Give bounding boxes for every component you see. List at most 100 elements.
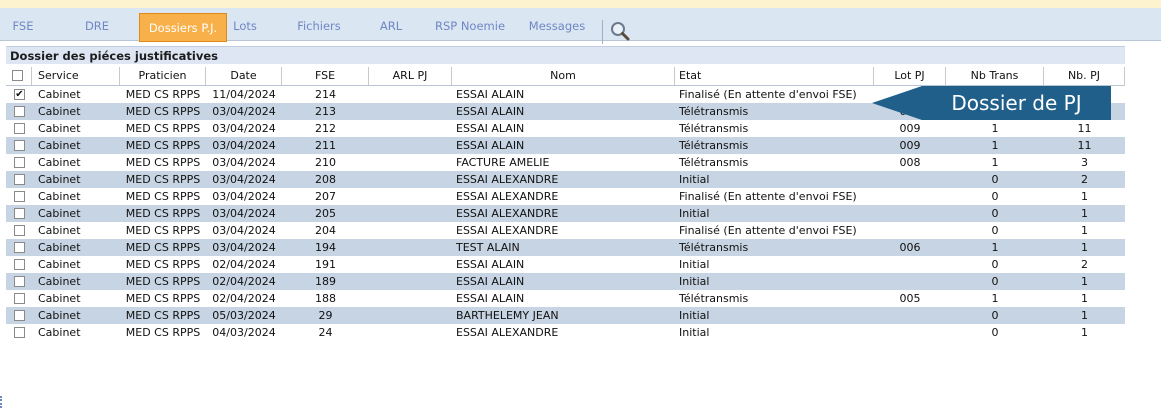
- tab-arl[interactable]: ARL: [375, 10, 407, 42]
- cell-praticien: MED CS RPPS: [125, 224, 201, 237]
- cell-arl-pj: [369, 154, 452, 171]
- cell-service: Cabinet: [38, 292, 81, 305]
- header-etat[interactable]: Etat: [675, 67, 874, 85]
- table-row[interactable]: Cabinet MED CS RPPS 03/04/2024 211 ESSAI ALA…: [6, 137, 1125, 154]
- cell-arl-pj: [369, 171, 452, 188]
- row-checkbox[interactable]: [14, 225, 25, 236]
- cell-lot-pj: [874, 273, 946, 290]
- cell-etat: Initial: [679, 173, 710, 186]
- cell-arl-pj: [369, 188, 452, 205]
- cell-praticien: MED CS RPPS: [125, 292, 201, 305]
- row-checkbox[interactable]: [14, 259, 25, 270]
- row-checkbox[interactable]: [14, 242, 25, 253]
- tab-dossiers-pj[interactable]: Dossiers P.J.: [139, 13, 227, 42]
- cell-fse: 211: [315, 139, 336, 152]
- row-checkbox[interactable]: [14, 208, 25, 219]
- table-row[interactable]: Cabinet MED CS RPPS 03/04/2024 212 ESSAI ALA…: [6, 120, 1125, 137]
- table-row[interactable]: Cabinet MED CS RPPS 02/04/2024 188 ESSAI ALA…: [6, 290, 1125, 307]
- cell-nb-pj: 1: [1081, 241, 1088, 254]
- table-row[interactable]: Cabinet MED CS RPPS 05/03/2024 29 BARTHELEMY…: [6, 307, 1125, 324]
- search-icon[interactable]: [609, 20, 631, 42]
- cell-nb-pj: 1: [1081, 207, 1088, 220]
- header-nb-trans[interactable]: Nb Trans: [946, 67, 1044, 85]
- cell-date: 03/04/2024: [212, 105, 276, 118]
- row-checkbox[interactable]: [14, 174, 25, 185]
- cell-service: Cabinet: [38, 122, 81, 135]
- cell-etat: Initial: [679, 309, 710, 322]
- cell-nb-trans: 0: [991, 207, 999, 220]
- header-praticien[interactable]: Praticien: [120, 67, 206, 85]
- table-row[interactable]: Cabinet MED CS RPPS 03/04/2024 204 ESSAI ALE…: [6, 222, 1125, 239]
- cell-lot-pj: [874, 307, 946, 324]
- cell-praticien: MED CS RPPS: [125, 258, 201, 271]
- cell-etat: Initial: [679, 258, 710, 271]
- cell-fse: 194: [315, 241, 336, 254]
- cell-service: Cabinet: [38, 173, 81, 186]
- cell-lot-pj: [874, 324, 946, 341]
- cell-arl-pj: [369, 290, 452, 307]
- cell-nb-trans: 1: [991, 156, 999, 169]
- select-all-checkbox[interactable]: [12, 70, 23, 81]
- table-row[interactable]: Cabinet MED CS RPPS 03/04/2024 205 ESSAI ALE…: [6, 205, 1125, 222]
- row-checkbox[interactable]: [14, 123, 25, 134]
- cell-nb-pj: 2: [1081, 173, 1088, 186]
- tab-dre[interactable]: DRE: [80, 10, 114, 42]
- cell-praticien: MED CS RPPS: [125, 190, 201, 203]
- table-row[interactable]: Cabinet MED CS RPPS 03/04/2024 210 FACTURE A…: [6, 154, 1125, 171]
- row-checkbox[interactable]: [14, 191, 25, 202]
- cell-etat: Initial: [679, 207, 710, 220]
- cell-fse: 212: [315, 122, 336, 135]
- section-title: Dossier des piéces justificatives: [6, 46, 1125, 64]
- cell-fse: 24: [318, 326, 333, 339]
- cell-lot-pj: [874, 205, 946, 222]
- cell-nom: ESSAI ALAIN: [456, 88, 525, 101]
- row-checkbox[interactable]: [14, 276, 25, 287]
- header-lot-pj[interactable]: Lot PJ: [874, 67, 946, 85]
- header-nom[interactable]: Nom: [452, 67, 675, 85]
- tab-lots[interactable]: Lots: [229, 10, 261, 42]
- tab-messages[interactable]: Messages: [524, 10, 590, 42]
- table-row[interactable]: Cabinet MED CS RPPS 03/04/2024 207 ESSAI ALE…: [6, 188, 1125, 205]
- cell-nb-trans: 1: [991, 241, 999, 254]
- tab-fse[interactable]: FSE: [8, 10, 38, 42]
- row-checkbox[interactable]: [14, 106, 25, 117]
- cell-date: 05/03/2024: [212, 309, 276, 322]
- cell-nb-pj: 1: [1081, 190, 1088, 203]
- table-row[interactable]: Cabinet MED CS RPPS 02/04/2024 189 ESSAI ALA…: [6, 273, 1125, 290]
- resize-handle: [0, 396, 6, 408]
- cell-praticien: MED CS RPPS: [125, 156, 201, 169]
- cell-praticien: MED CS RPPS: [125, 309, 201, 322]
- header-date[interactable]: Date: [206, 67, 282, 85]
- table-row[interactable]: Cabinet MED CS RPPS 03/04/2024 194 TEST ALAI…: [6, 239, 1125, 256]
- cell-nb-trans: 1: [991, 139, 999, 152]
- row-checkbox[interactable]: [14, 157, 25, 168]
- row-checkbox[interactable]: [14, 140, 25, 151]
- row-checkbox[interactable]: [14, 327, 25, 338]
- cell-date: 03/04/2024: [212, 173, 276, 186]
- cell-etat: Télétransmis: [679, 241, 749, 254]
- cell-lot-pj: [874, 171, 946, 188]
- cell-nb-pj: 1: [1081, 326, 1088, 339]
- header-arl-pj[interactable]: ARL PJ: [369, 67, 452, 85]
- cell-arl-pj: [369, 273, 452, 290]
- row-checkbox[interactable]: ✔: [14, 89, 25, 100]
- header-select-cell: [6, 67, 32, 85]
- table-row[interactable]: Cabinet MED CS RPPS 03/04/2024 208 ESSAI ALE…: [6, 171, 1125, 188]
- header-service[interactable]: Service: [32, 67, 120, 85]
- table-row[interactable]: Cabinet MED CS RPPS 04/03/2024 24 ESSAI ALEX…: [6, 324, 1125, 341]
- tab-rsp-noemie[interactable]: RSP Noemie: [434, 10, 506, 42]
- header-fse[interactable]: FSE: [282, 67, 369, 85]
- cell-arl-pj: [369, 137, 452, 154]
- cell-praticien: MED CS RPPS: [125, 275, 201, 288]
- cell-nom: FACTURE AMELIE: [456, 156, 550, 169]
- cell-nb-pj: 1: [1081, 275, 1088, 288]
- header-nb-pj[interactable]: Nb. PJ: [1044, 67, 1125, 85]
- cell-service: Cabinet: [38, 326, 81, 339]
- cell-date: 03/04/2024: [212, 241, 276, 254]
- tab-fichiers[interactable]: Fichiers: [294, 10, 344, 42]
- cell-service: Cabinet: [38, 156, 81, 169]
- row-checkbox[interactable]: [14, 293, 25, 304]
- cell-nom: ESSAI ALAIN: [456, 275, 525, 288]
- row-checkbox[interactable]: [14, 310, 25, 321]
- table-row[interactable]: Cabinet MED CS RPPS 02/04/2024 191 ESSAI ALA…: [6, 256, 1125, 273]
